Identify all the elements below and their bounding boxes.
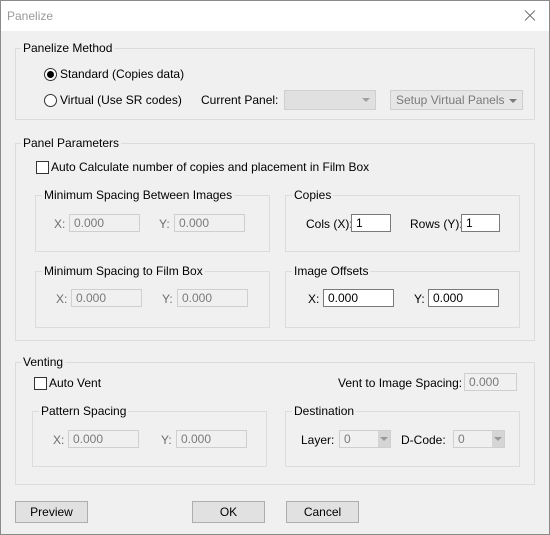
virtual-radio[interactable] [44, 94, 57, 107]
copies-label: Copies [292, 188, 334, 202]
image-offset-x-field[interactable]: 0.000 [323, 289, 394, 307]
min-spacing-film-x-field[interactable]: 0.000 [71, 289, 142, 307]
min-spacing-images-y-field[interactable]: 0.000 [174, 214, 245, 232]
min-spacing-images-x-field[interactable]: 0.000 [69, 214, 140, 232]
panel-parameters-label: Panel Parameters [21, 136, 122, 150]
title-bar: Panelize [1, 1, 549, 31]
layer-value: 0 [344, 432, 351, 446]
window-title: Panelize [7, 9, 54, 23]
image-offsets-label: Image Offsets [292, 264, 371, 278]
auto-vent-checkbox[interactable] [34, 377, 47, 390]
min-spacing-film-y-field[interactable]: 0.000 [177, 289, 248, 307]
dcode-value: 0 [458, 432, 465, 446]
ok-button[interactable]: OK [192, 501, 265, 523]
cols-label: Cols (X): [306, 217, 353, 231]
pattern-spacing-label: Pattern Spacing [39, 404, 129, 418]
auto-calc-checkbox[interactable] [36, 161, 49, 174]
dcode-dropdown-icon [492, 431, 504, 447]
cancel-button[interactable]: Cancel [286, 501, 359, 523]
current-panel-combo[interactable] [284, 90, 376, 110]
venting-label: Venting [21, 355, 66, 369]
pattern-spacing-x-label: X: [53, 433, 65, 447]
min-spacing-images-label: Minimum Spacing Between Images [42, 188, 235, 202]
current-panel-label: Current Panel: [201, 93, 279, 107]
destination-label: Destination [292, 404, 357, 418]
cols-field[interactable]: 1 [351, 214, 391, 232]
rows-label: Rows (Y): [410, 217, 463, 231]
dcode-combo[interactable]: 0 [453, 430, 505, 448]
standard-radio[interactable] [44, 68, 57, 81]
standard-radio-label: Standard (Copies data) [60, 67, 185, 81]
min-spacing-film-x-label: X: [56, 292, 68, 306]
pattern-spacing-y-field[interactable]: 0.000 [176, 430, 247, 448]
vent-spacing-label: Vent to Image Spacing: [338, 376, 463, 390]
vent-spacing-field[interactable]: 0.000 [464, 373, 517, 391]
virtual-radio-label: Virtual (Use SR codes) [60, 93, 182, 107]
image-offset-y-label: Y: [414, 292, 425, 306]
dropdown-arrow-icon [509, 99, 517, 103]
chevron-down-icon [359, 93, 373, 107]
auto-vent-label: Auto Vent [49, 376, 102, 390]
dcode-label: D-Code: [401, 433, 446, 447]
pattern-spacing-x-field[interactable]: 0.000 [68, 430, 139, 448]
auto-calc-label: Auto Calculate number of copies and plac… [51, 160, 370, 174]
min-spacing-images-x-label: X: [54, 217, 66, 231]
rows-field[interactable]: 1 [461, 214, 500, 232]
setup-virtual-panels-button[interactable]: Setup Virtual Panels [390, 90, 523, 110]
close-icon[interactable] [515, 3, 545, 29]
min-spacing-film-y-label: Y: [162, 292, 173, 306]
layer-label: Layer: [301, 433, 335, 447]
panelize-dialog: Panelize Panelize Method Standard (Copie… [0, 0, 550, 535]
image-offset-y-field[interactable]: 0.000 [428, 289, 499, 307]
min-spacing-images-y-label: Y: [159, 217, 170, 231]
min-spacing-film-label: Minimum Spacing to Film Box [42, 264, 205, 278]
layer-dropdown-icon [378, 431, 390, 447]
setup-virtual-panels-label: Setup Virtual Panels [396, 93, 505, 107]
layer-combo[interactable]: 0 [339, 430, 391, 448]
preview-button[interactable]: Preview [15, 501, 88, 523]
panelize-method-label: Panelize Method [21, 41, 115, 55]
image-offset-x-label: X: [308, 292, 320, 306]
pattern-spacing-y-label: Y: [161, 433, 172, 447]
